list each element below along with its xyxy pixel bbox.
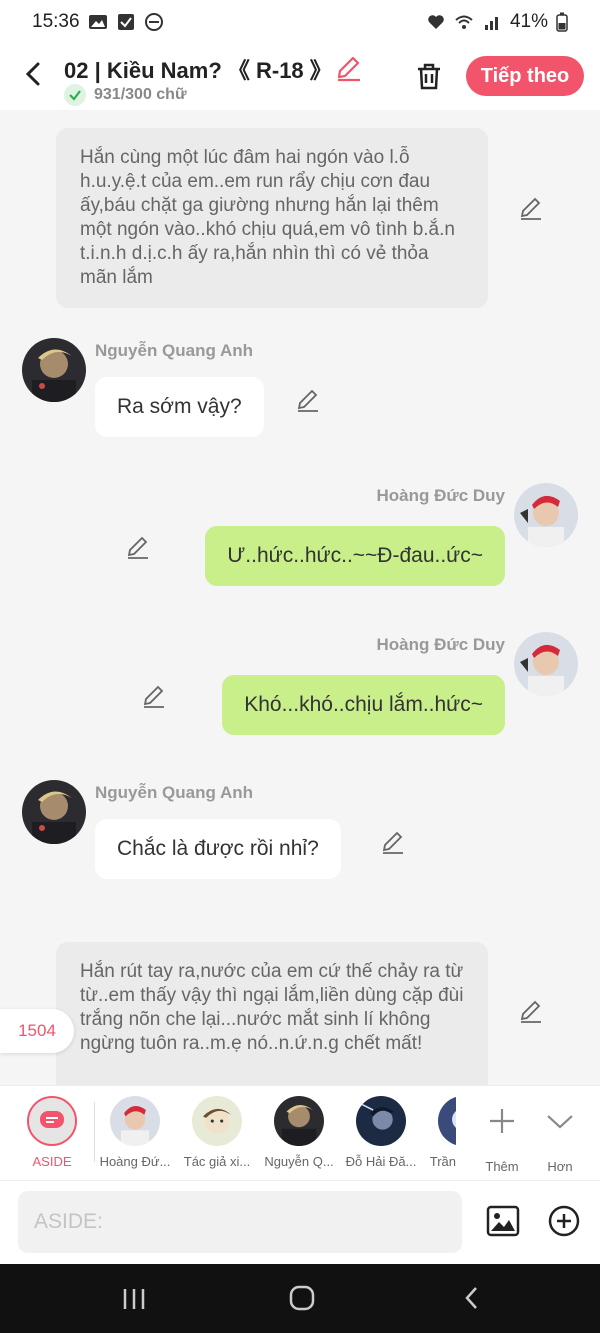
character-tran[interactable]: Trần [420, 1096, 456, 1169]
character-do-hai-dang[interactable]: Đỗ Hải Đă... [341, 1096, 421, 1169]
sender-name: Nguyễn Quang Anh [95, 341, 254, 360]
narration-block[interactable]: Hắn cùng một lúc đâm hai ngón vào l.ỗ h.… [56, 128, 488, 308]
chapter-title: 02 | Kiều Nam? 《 R-18 》 [64, 58, 332, 83]
avatar [438, 1096, 456, 1146]
gallery-icon [88, 15, 107, 29]
message-text: Ra sớm vậy? [117, 395, 242, 418]
edit-pencil-icon[interactable] [380, 829, 406, 855]
character-label: Hơn [547, 1159, 573, 1174]
avatar-hoang-duc-duy[interactable] [514, 632, 578, 696]
message-text: Chắc là được rồi nhỉ? [117, 837, 319, 860]
battery-icon [556, 12, 568, 32]
system-nav-bar [0, 1264, 600, 1333]
character-counter[interactable]: 1504 [0, 1009, 74, 1053]
message-bubble[interactable]: Ư..hức..hức..~~Đ-đau..ức~ [205, 526, 505, 586]
avatar [192, 1096, 242, 1146]
signal-icon [484, 17, 498, 30]
trash-icon[interactable] [413, 60, 445, 92]
message-text: Khó...khó..chịu lắm..hức~ [244, 693, 483, 716]
image-icon[interactable] [485, 1203, 521, 1239]
back-arrow-icon[interactable] [18, 58, 50, 90]
battery-percent: 41% [509, 11, 548, 32]
word-count: 931/300 chữ [94, 86, 187, 103]
avatar [356, 1096, 406, 1146]
avatar-nguyen-quang-anh[interactable] [22, 780, 86, 844]
edit-pencil-icon[interactable] [141, 683, 167, 709]
chevron-down-icon [547, 1115, 573, 1129]
edit-pencil-icon[interactable] [518, 195, 544, 221]
more-characters-button[interactable]: Hơn [520, 1096, 600, 1174]
message-text: Ư..hức..hức..~~Đ-đau..ức~ [227, 544, 483, 567]
avatar [274, 1096, 324, 1146]
character-label: Hoàng Đứ... [99, 1154, 171, 1169]
heart-icon [428, 15, 444, 29]
chat-area[interactable]: Hắn cùng một lúc đâm hai ngón vào l.ỗ h.… [0, 110, 600, 1085]
character-label: Đỗ Hải Đă... [345, 1154, 417, 1169]
character-aside[interactable]: ASIDE [12, 1096, 92, 1169]
character-nguyen-quang-anh[interactable]: Nguyễn Q... [259, 1096, 339, 1169]
home-icon[interactable] [288, 1284, 316, 1312]
character-label: ASIDE [32, 1154, 72, 1169]
narration-text: Hắn cùng một lúc đâm hai ngón vào l.ỗ h.… [80, 147, 455, 288]
sender-name: Hoàng Đức Duy [376, 635, 506, 654]
composer-bar [0, 1180, 600, 1265]
message-bubble[interactable]: Khó...khó..chịu lắm..hức~ [222, 675, 505, 735]
avatar-nguyen-quang-anh[interactable] [22, 338, 86, 402]
message-bubble[interactable]: Chắc là được rồi nhỉ? [95, 819, 341, 879]
edit-pencil-icon[interactable] [518, 998, 544, 1024]
character-hoang-duc-duy[interactable]: Hoàng Đứ... [95, 1096, 175, 1169]
next-button[interactable]: Tiếp theo [466, 56, 584, 96]
character-label: Tác giả xi... [183, 1154, 251, 1169]
narration-text: Hắn rút tay ra,nước của em cứ thế chảy r… [80, 961, 464, 1054]
editor-header: 02 | Kiều Nam? 《 R-18 》 931/300 chữ Tiếp… [0, 44, 600, 110]
edit-title-icon[interactable] [334, 54, 362, 82]
check-icon [64, 84, 86, 106]
avatar-hoang-duc-duy[interactable] [514, 483, 578, 547]
status-bar: 15:36 41% [0, 0, 600, 44]
message-bubble[interactable]: Ra sớm vậy? [95, 377, 264, 437]
character-label: Nguyễn Q... [264, 1154, 334, 1169]
avatar [110, 1096, 160, 1146]
sender-name: Nguyễn Quang Anh [95, 783, 254, 802]
sender-name: Hoàng Đức Duy [376, 486, 506, 505]
checkbox-icon [117, 14, 134, 30]
edit-pencil-icon[interactable] [125, 534, 151, 560]
narration-block[interactable]: Hắn rút tay ra,nước của em cứ thế chảy r… [56, 942, 488, 1085]
word-count-line: 931/300 chữ [64, 84, 187, 106]
do-not-disturb-icon [144, 13, 163, 31]
edit-pencil-icon[interactable] [295, 387, 321, 413]
aside-icon [27, 1096, 77, 1146]
message-input[interactable] [18, 1191, 462, 1253]
character-selector: ASIDE Hoàng Đứ... Tác giả xi... Nguyễn Q… [0, 1085, 600, 1180]
status-time: 15:36 [32, 11, 80, 32]
wifi-icon [455, 15, 473, 29]
add-circle-icon[interactable] [546, 1203, 582, 1239]
character-author[interactable]: Tác giả xi... [177, 1096, 257, 1169]
system-back-icon[interactable] [458, 1284, 486, 1312]
character-label: Trần [429, 1154, 456, 1169]
recent-apps-icon[interactable] [120, 1286, 148, 1312]
